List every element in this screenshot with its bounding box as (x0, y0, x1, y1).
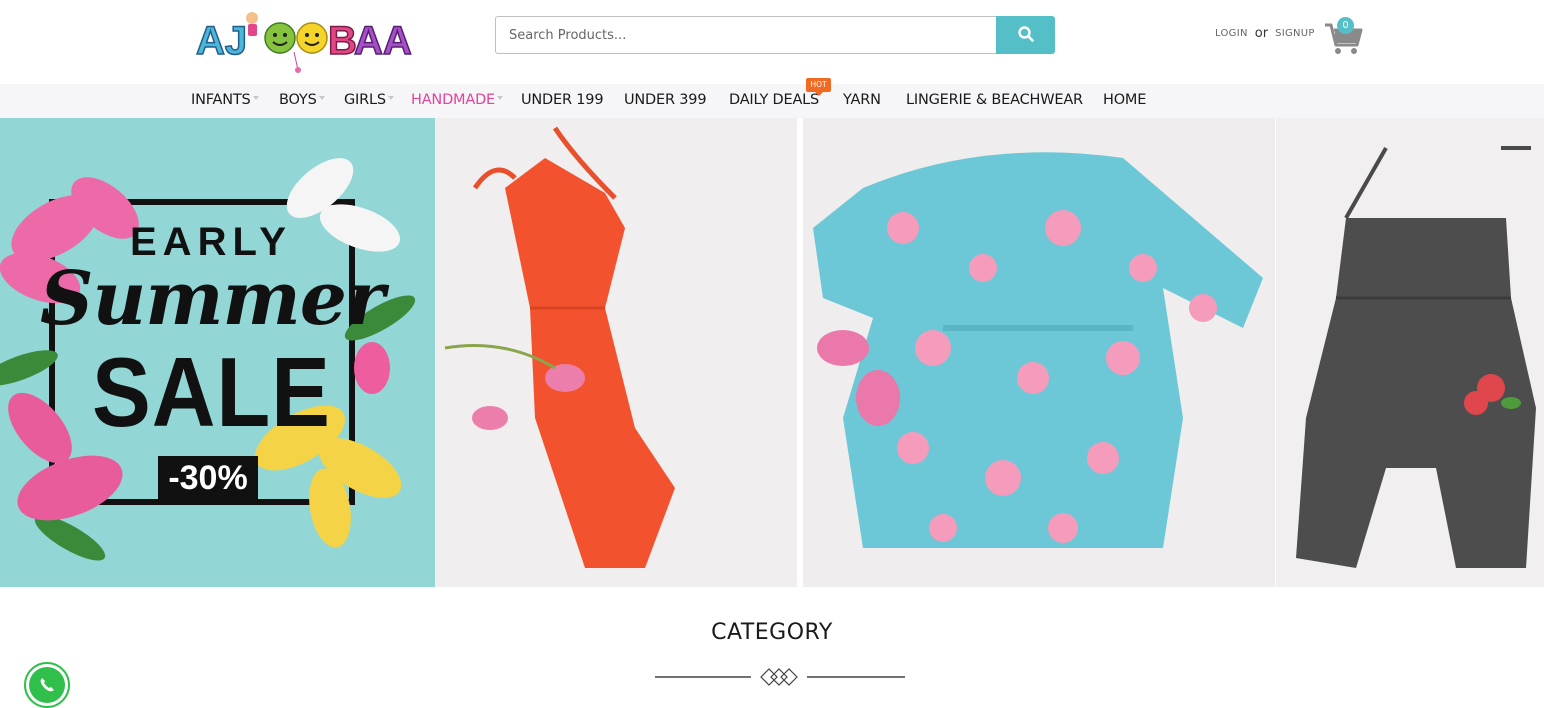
grey-jumpsuit-image[interactable] (1276, 118, 1544, 587)
auth-links: LOGIN or SIGNUP (1215, 26, 1315, 41)
search-button[interactable] (996, 16, 1055, 54)
nav-item-yarn[interactable]: YARN (843, 92, 881, 108)
nav-item-lingerie-beachwear[interactable]: LINGERIE & BEACHWEAR (906, 92, 1083, 108)
cart-count-badge: 0 (1337, 17, 1354, 34)
svg-text:AJ: AJ (196, 19, 247, 63)
site-header: AJ B AA LOGIN or SIGNUP (0, 0, 1544, 84)
nav-item-label: HOME (1103, 92, 1147, 108)
signup-link[interactable]: SIGNUP (1275, 28, 1315, 39)
floral-romper-image[interactable] (803, 118, 1275, 587)
sale-summer-text: Summer (40, 256, 385, 342)
nav-item-daily-deals[interactable]: DAILY DEALS (729, 92, 819, 108)
sale-title-text: SALE (92, 337, 331, 447)
nav-item-label: INFANTS (191, 92, 251, 108)
nav-item-label: BOYS (279, 92, 317, 108)
site-logo[interactable]: AJ B AA (194, 8, 418, 74)
nav-item-label: LINGERIE & BEACHWEAR (906, 92, 1083, 108)
nav-item-label: UNDER 399 (624, 92, 707, 108)
search-bar (495, 16, 1055, 54)
nav-item-under-399[interactable]: UNDER 399 (624, 92, 707, 108)
chevron-down-icon (387, 96, 394, 100)
whatsapp-button[interactable] (24, 662, 70, 708)
whatsapp-icon (29, 667, 65, 703)
auth-or-text: or (1254, 26, 1269, 41)
chevron-down-icon (318, 96, 325, 100)
orange-jumpsuit-image[interactable] (435, 118, 797, 587)
hero-banner[interactable]: EARLY Summer SALE -30% (0, 118, 1544, 587)
svg-text:AA: AA (354, 19, 412, 63)
nav-item-under-199[interactable]: UNDER 199 (521, 92, 604, 108)
nav-item-label: DAILY DEALS (729, 92, 820, 108)
nav-item-handmade[interactable]: HANDMADE (411, 92, 503, 108)
cart-icon (1323, 23, 1363, 60)
chevron-down-icon (497, 96, 503, 100)
search-input[interactable] (495, 16, 996, 54)
hot-badge: HOT (806, 78, 831, 96)
nav-item-girls[interactable]: GIRLS (344, 92, 394, 108)
nav-item-label: YARN (843, 92, 881, 108)
sale-banner-panel[interactable]: EARLY Summer SALE -30% (0, 118, 435, 587)
category-heading: CATEGORY (711, 620, 833, 645)
nav-item-infants[interactable]: INFANTS (191, 92, 259, 108)
nav-item-label: UNDER 199 (521, 92, 604, 108)
category-divider (655, 666, 905, 688)
search-icon (1017, 25, 1034, 45)
nav-item-label: GIRLS (344, 92, 386, 108)
nav-item-label: HANDMADE (411, 92, 495, 108)
cart-button[interactable]: 0 (1323, 16, 1363, 56)
login-link[interactable]: LOGIN (1215, 28, 1248, 39)
nav-item-boys[interactable]: BOYS (279, 92, 325, 108)
main-nav: INFANTS BOYS GIRLS HANDMADE UNDER 199 UN… (0, 84, 1544, 118)
nav-item-home[interactable]: HOME (1103, 92, 1146, 108)
sale-discount-text: -30% (158, 456, 258, 500)
svg-text:B: B (328, 19, 357, 63)
chevron-down-icon (252, 96, 259, 100)
